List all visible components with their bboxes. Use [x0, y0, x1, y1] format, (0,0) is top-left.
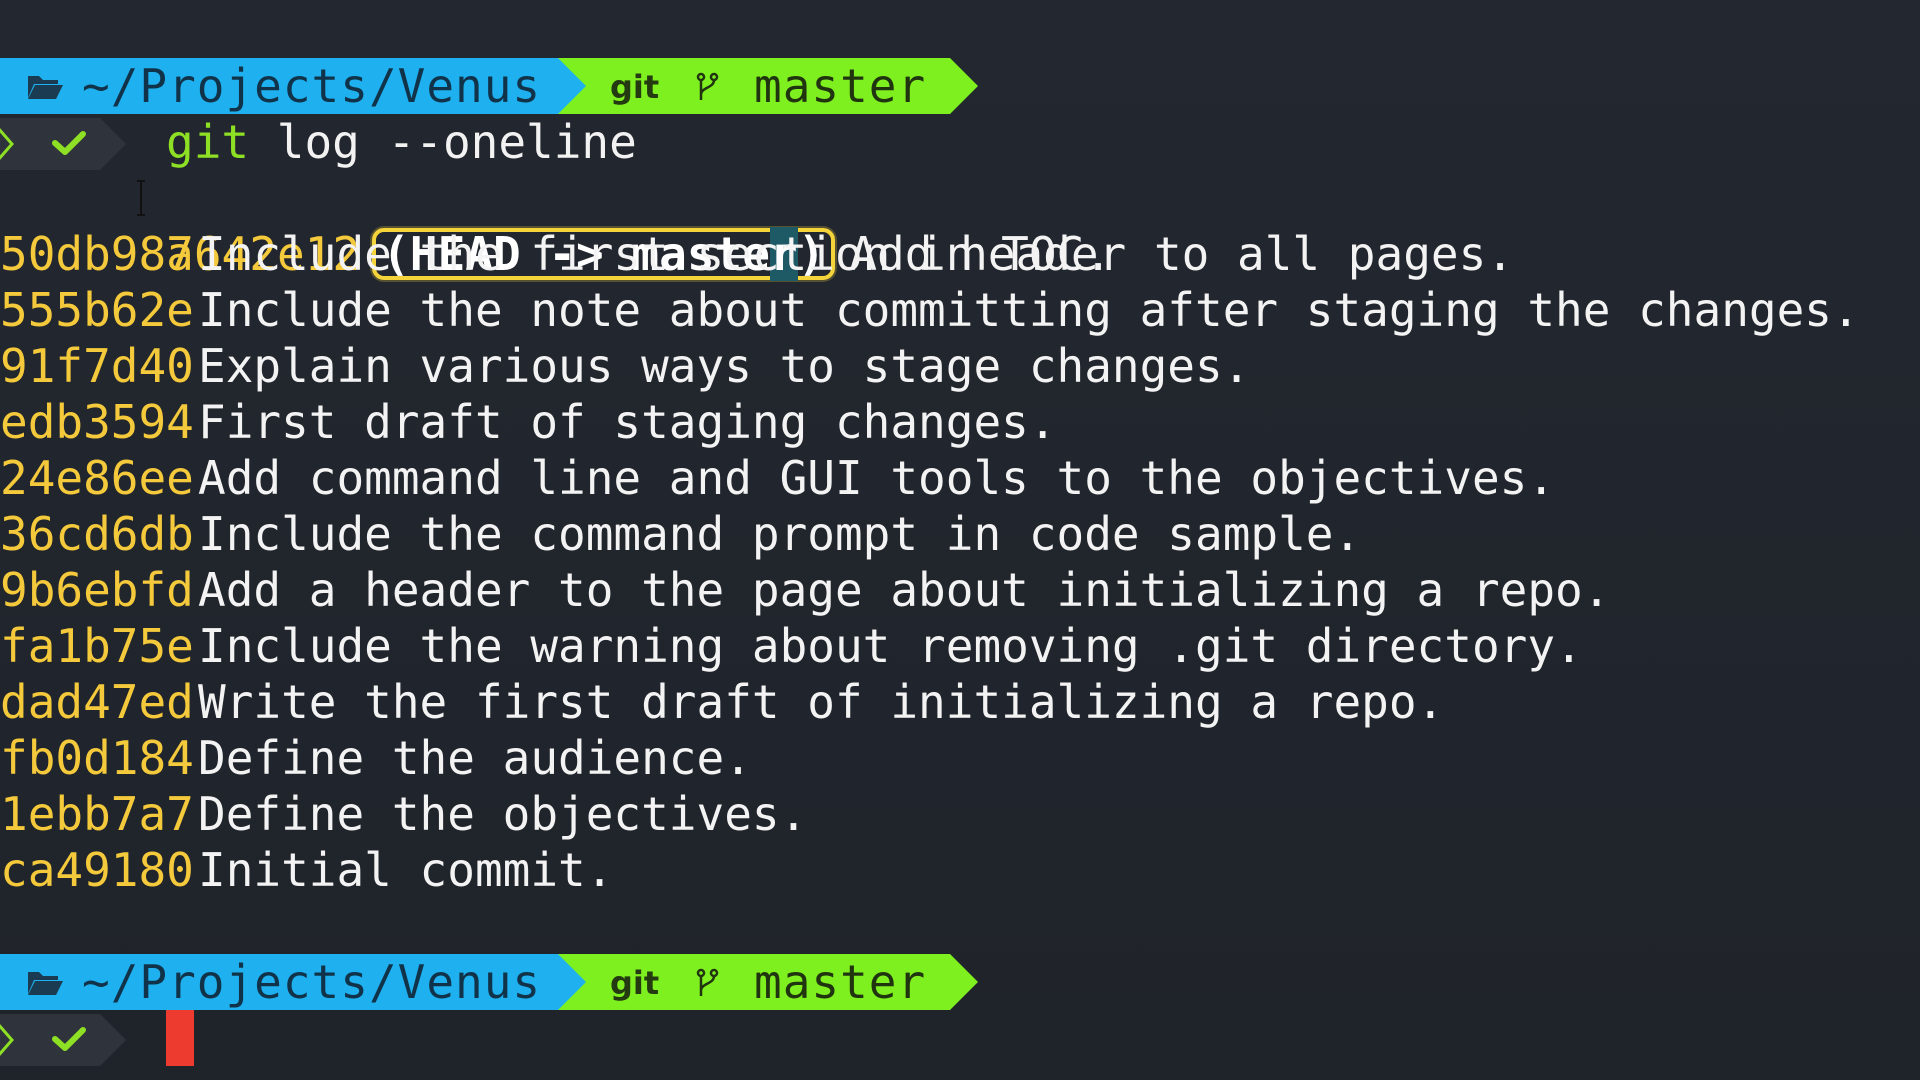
git-label: git	[610, 964, 660, 1002]
commit-hash: 50db987	[0, 227, 194, 281]
git-branch-icon	[696, 72, 719, 100]
commit-hash: 1ebb7a7	[0, 787, 194, 841]
commit-message: Include the command prompt in code sampl…	[198, 507, 1362, 561]
prompt-path: ~/Projects/Venus	[82, 955, 542, 1009]
log-line: fb0d184Define the audience.	[0, 730, 1860, 786]
commit-message: Include the first section in TOC.	[198, 227, 1112, 281]
commit-message: Add a header to the page about initializ…	[198, 563, 1611, 617]
prompt-path-segment: ~/Projects/Venus	[0, 58, 586, 114]
log-line: a642e12 (HEAD -> master) Add header to all…	[0, 170, 1860, 281]
command-keyword: git	[166, 115, 250, 169]
commit-hash: ca49180	[0, 843, 194, 897]
log-line: ca49180Initial commit.	[0, 842, 1860, 898]
log-line: 9b6ebfdAdd a header to the page about in…	[0, 562, 1860, 618]
prompt-git-segment: git master	[558, 954, 978, 1010]
commit-message: Define the audience.	[198, 731, 752, 785]
commit-hash: 36cd6db	[0, 507, 194, 561]
chevron-right-icon	[0, 1024, 14, 1056]
log-line: 36cd6dbInclude the command prompt in cod…	[0, 506, 1860, 562]
commit-hash: 555b62e	[0, 283, 194, 337]
commit-hash: 24e86ee	[0, 451, 194, 505]
commit-message: Include the warning about removing .git …	[198, 619, 1583, 673]
folder-open-icon	[28, 76, 63, 99]
prompt-status	[0, 1014, 128, 1066]
commit-hash: fb0d184	[0, 731, 194, 785]
git-branch-icon	[696, 968, 719, 996]
prompt-status	[0, 118, 128, 170]
commit-message: Explain various ways to stage changes.	[198, 339, 1251, 393]
check-icon	[52, 131, 86, 155]
prompt-git-segment: git master	[558, 58, 978, 114]
terminal-window[interactable]: ~/Projects/Venus git master git log --on…	[0, 0, 1920, 1080]
commit-message: Define the objectives.	[198, 787, 808, 841]
commit-message: Initial commit.	[198, 843, 614, 897]
command-line[interactable]: git log --oneline	[166, 116, 637, 168]
prompt-path: ~/Projects/Venus	[82, 59, 542, 113]
commit-hash: edb3594	[0, 395, 194, 449]
log-line: 555b62eInclude the note about committing…	[0, 282, 1860, 338]
commit-message: Add command line and GUI tools to the ob…	[198, 451, 1556, 505]
log-line: 91f7d40Explain various ways to stage cha…	[0, 338, 1860, 394]
commit-hash: dad47ed	[0, 675, 194, 729]
git-label: git	[610, 68, 660, 106]
log-line: 50db987Include the first section in TOC.	[0, 226, 1860, 282]
commit-hash: fa1b75e	[0, 619, 194, 673]
log-line: dad47edWrite the first draft of initiali…	[0, 674, 1860, 730]
commit-message: Write the first draft of initializing a …	[198, 675, 1445, 729]
folder-open-icon	[28, 972, 63, 995]
prompt-branch: master	[754, 955, 927, 1009]
log-output: a642e12 (HEAD -> master) Add header to all…	[0, 170, 1860, 898]
commit-message: First draft of staging changes.	[198, 395, 1057, 449]
check-icon	[52, 1027, 86, 1051]
commit-hash: 9b6ebfd	[0, 563, 194, 617]
log-line: fa1b75eInclude the warning about removin…	[0, 618, 1860, 674]
log-line: edb3594First draft of staging changes.	[0, 394, 1860, 450]
terminal-cursor[interactable]	[166, 1010, 194, 1066]
text-cursor-icon	[137, 180, 145, 216]
log-line: 24e86eeAdd command line and GUI tools to…	[0, 450, 1860, 506]
commit-message: Include the note about committing after …	[198, 283, 1860, 337]
command-args: log --oneline	[249, 115, 637, 169]
commit-hash: 91f7d40	[0, 339, 194, 393]
chevron-right-icon	[0, 128, 14, 160]
log-line: 1ebb7a7Define the objectives.	[0, 786, 1860, 842]
prompt-path-segment: ~/Projects/Venus	[0, 954, 586, 1010]
prompt-branch: master	[754, 59, 927, 113]
